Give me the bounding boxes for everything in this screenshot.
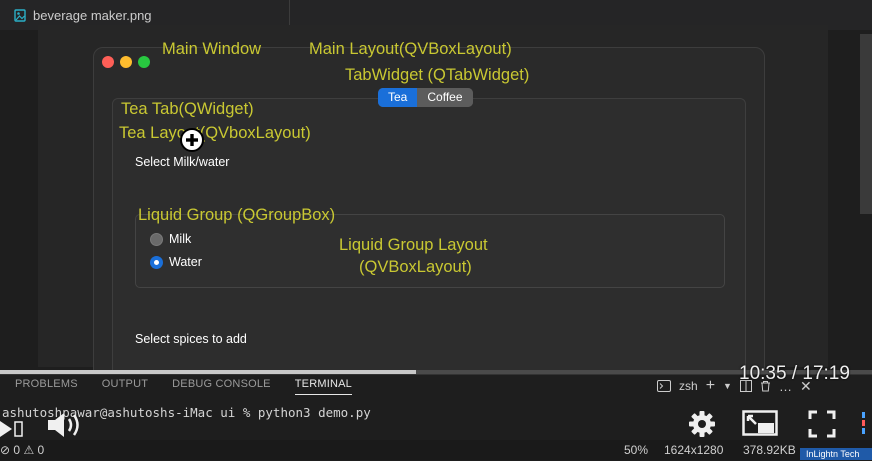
panel-tab-output[interactable]: OUTPUT: [102, 378, 148, 395]
annotation-main-layout: Main Layout(QVBoxLayout): [309, 40, 512, 58]
annotation-tea-layout: Tea Layout(QVboxLayout): [119, 124, 311, 142]
panel-tab-debug-console[interactable]: DEBUG CONSOLE: [172, 378, 271, 395]
annotation-tea-tab: Tea Tab(QWidget): [121, 100, 254, 118]
warning-icon: ⚠: [23, 443, 35, 457]
tab-coffee[interactable]: Coffee: [417, 88, 473, 107]
file-size: 378.92KB: [743, 443, 796, 457]
error-count: 0: [13, 443, 21, 457]
terminal-shell-icon: [657, 380, 671, 392]
play-icon[interactable]: [0, 419, 24, 439]
annotation-tab-widget: TabWidget (QTabWidget): [345, 66, 530, 84]
panel-tab-bar: PROBLEMS OUTPUT DEBUG CONSOLE TERMINAL: [15, 378, 352, 395]
channel-watermark: InLightn Tech: [800, 448, 872, 460]
volume-icon[interactable]: [46, 410, 86, 440]
annotation-liquid-group: Liquid Group (QGroupBox): [138, 206, 336, 224]
zoom-window-button[interactable]: [138, 56, 150, 68]
annotation-liquid-layout-line1: Liquid Group Layout: [339, 236, 488, 254]
close-window-button[interactable]: [102, 56, 114, 68]
image-file-icon: [14, 8, 26, 22]
video-timecode: 10:35 / 17:19: [739, 363, 850, 384]
select-milk-water-label: Select Milk/water: [135, 155, 230, 169]
panel-tab-problems[interactable]: PROBLEMS: [15, 378, 78, 395]
warning-count: 0: [37, 443, 45, 457]
annotation-liquid-layout-line2: (QVBoxLayout): [359, 258, 472, 276]
new-terminal-icon[interactable]: +: [706, 377, 715, 395]
gear-icon[interactable]: [688, 410, 716, 438]
image-dimensions: 1624x1280: [664, 443, 724, 457]
zoom-level[interactable]: 50%: [624, 443, 648, 457]
panel-tab-terminal[interactable]: TERMINAL: [294, 378, 352, 395]
water-radio-option[interactable]: Water: [150, 255, 202, 269]
minimize-window-button[interactable]: [120, 56, 132, 68]
fullscreen-icon[interactable]: [808, 410, 836, 438]
terminal-shell-name: zsh: [679, 379, 698, 393]
plus-icon: [186, 134, 198, 146]
annotation-main-window: Main Window: [162, 40, 262, 58]
status-bar: ⊘ 0 ⚠ 0 50% 1624x1280 378.92KB: [0, 440, 872, 460]
tab-tea[interactable]: Tea: [378, 88, 418, 107]
chevron-down-icon[interactable]: ▼: [723, 381, 732, 391]
select-spices-label: Select spices to add: [135, 332, 247, 346]
picture-in-picture-icon[interactable]: [742, 410, 778, 438]
water-radio-button[interactable]: [150, 255, 163, 269]
tab-widget-bar: Tea Coffee: [378, 88, 473, 107]
milk-radio-button[interactable]: [150, 232, 163, 246]
captions-icon[interactable]: [860, 410, 872, 436]
water-radio-label: Water: [169, 255, 202, 269]
problems-status[interactable]: ⊘ 0 ⚠ 0: [0, 443, 44, 457]
milk-radio-label: Milk: [169, 232, 192, 246]
vertical-scrollbar[interactable]: [860, 34, 872, 214]
error-icon: ⊘: [0, 443, 11, 457]
move-cursor-icon: [180, 128, 204, 152]
milk-radio-option[interactable]: Milk: [150, 232, 191, 246]
editor-tab-label: beverage maker.png: [33, 7, 152, 23]
